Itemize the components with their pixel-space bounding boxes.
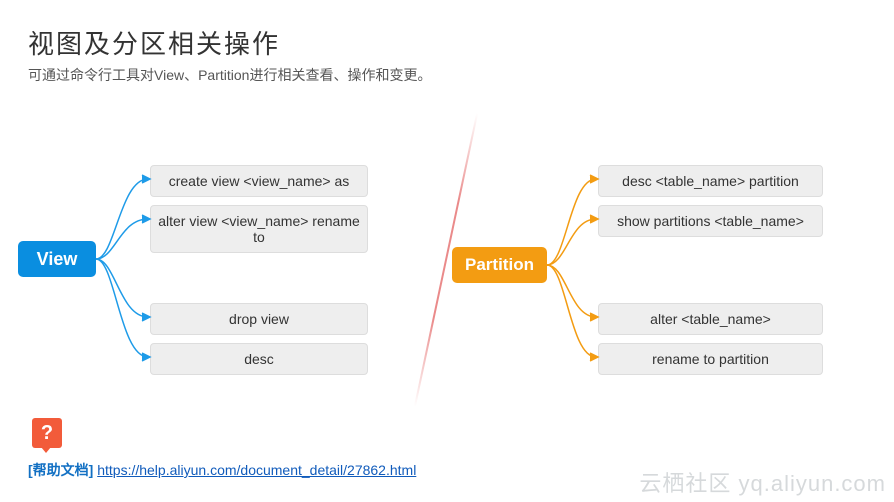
view-op-create: create view <view_name> as	[150, 165, 368, 197]
view-op-alter: alter view <view_name> rename to	[150, 205, 368, 253]
page-title: 视图及分区相关操作	[28, 24, 280, 61]
help-link-url[interactable]: https://help.aliyun.com/document_detail/…	[97, 462, 416, 478]
watermark: 云栖社区 yq.aliyun.com	[639, 466, 886, 498]
partition-op-show: show partitions <table_name>	[598, 205, 823, 237]
partition-node: Partition	[452, 247, 547, 283]
view-node: View	[18, 241, 96, 277]
help-icon: ?	[32, 418, 62, 448]
view-op-desc: desc	[150, 343, 368, 375]
help-link-label: [帮助文档]	[28, 462, 93, 478]
partition-op-rename: rename to partition	[598, 343, 823, 375]
help-link-row: [帮助文档] https://help.aliyun.com/document_…	[28, 460, 416, 480]
view-op-drop: drop view	[150, 303, 368, 335]
partition-op-desc: desc <table_name> partition	[598, 165, 823, 197]
partition-op-alter: alter <table_name>	[598, 303, 823, 335]
page-subtitle: 可通过命令行工具对View、Partition进行相关查看、操作和变更。	[28, 65, 431, 85]
